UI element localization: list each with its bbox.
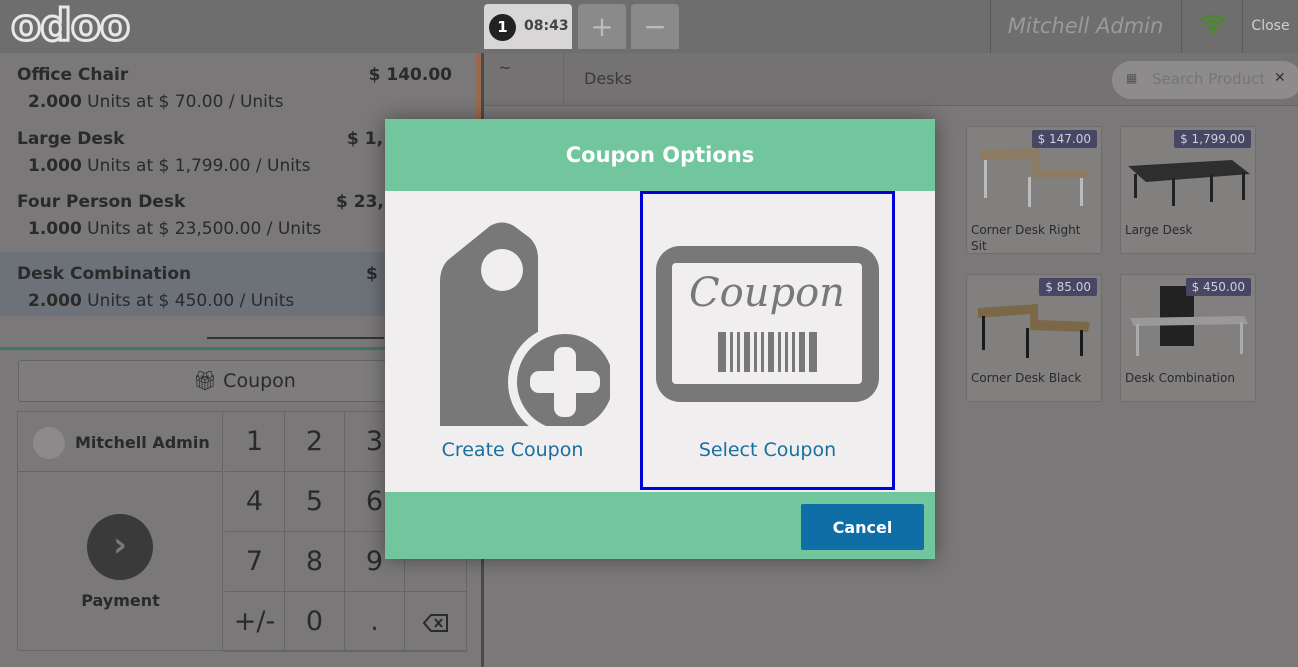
line-qty: 2.000 bbox=[28, 291, 82, 311]
line-qty: 1.000 bbox=[28, 219, 82, 239]
dialog-title: Coupon Options bbox=[385, 119, 935, 191]
product-price: $ 85.00 bbox=[1039, 278, 1097, 296]
payment-button[interactable]: › Payment bbox=[18, 472, 223, 650]
coupon-image-text: Coupon bbox=[689, 270, 845, 316]
close-button[interactable]: Close bbox=[1242, 0, 1298, 53]
product-price: $ 1,799.00 bbox=[1174, 130, 1251, 148]
tag-plus-icon bbox=[440, 222, 610, 426]
create-coupon-option[interactable]: Create Coupon bbox=[385, 191, 640, 490]
odoo-logo: odoo bbox=[9, 0, 131, 51]
product-name: Large Desk bbox=[1125, 223, 1193, 237]
top-bar: odoo 1 08:43 + − Mitchell Admin Close bbox=[0, 0, 1298, 53]
home-icon[interactable]: ~ bbox=[498, 58, 511, 77]
line-qty: 2.000 bbox=[28, 92, 82, 112]
product-price: $ 450.00 bbox=[1185, 278, 1251, 296]
line-price: $ bbox=[366, 264, 378, 284]
line-price: $ 140.00 bbox=[368, 65, 452, 85]
product-name: Desk Combination bbox=[1125, 371, 1235, 385]
dialog-footer: Cancel bbox=[385, 492, 935, 559]
order-number: 1 bbox=[489, 14, 516, 41]
remove-order-button[interactable]: − bbox=[631, 4, 679, 49]
total-underline bbox=[207, 337, 384, 339]
line-product-name: Office Chair bbox=[17, 65, 129, 85]
line-unit-info: Units at $ 70.00 / Units bbox=[81, 92, 284, 112]
line-product-name: Desk Combination bbox=[17, 264, 192, 284]
coupon-ticket-icon: Coupon bbox=[656, 246, 879, 402]
line-qty: 1.000 bbox=[28, 156, 82, 176]
numpad-key[interactable]: 2 bbox=[285, 412, 345, 472]
numpad-key[interactable]: 1 bbox=[225, 412, 285, 472]
line-product-name: Large Desk bbox=[17, 129, 125, 149]
line-product-name: Four Person Desk bbox=[17, 192, 186, 212]
select-coupon-label: Select Coupon bbox=[698, 439, 837, 461]
line-info: 1.000 Units at $ 23,500.00 / Units bbox=[28, 219, 321, 239]
product-card[interactable]: $ 450.00 Desk Combination bbox=[1120, 274, 1256, 402]
product-price: $ 147.00 bbox=[1031, 130, 1097, 148]
customer-name: Mitchell Admin bbox=[75, 433, 210, 452]
search-input[interactable] bbox=[1152, 70, 1264, 88]
numpad-key[interactable]: +/- bbox=[225, 592, 285, 652]
product-card[interactable]: $ 1,799.00 Large Desk bbox=[1120, 126, 1256, 254]
search-box[interactable]: ▦ ✕ bbox=[1112, 61, 1298, 99]
cancel-button[interactable]: Cancel bbox=[801, 504, 924, 550]
chevron-right-icon: › bbox=[87, 514, 153, 580]
numpad-key[interactable]: 7 bbox=[225, 532, 285, 592]
avatar bbox=[33, 427, 65, 459]
order-tab[interactable]: 1 08:43 bbox=[484, 4, 572, 49]
breadcrumb: ~ Desks ▦ ✕ bbox=[484, 53, 1298, 106]
numpad-key[interactable]: 5 bbox=[285, 472, 345, 532]
line-price: $ 1, bbox=[347, 129, 384, 149]
line-info: 1.000 Units at $ 1,799.00 / Units bbox=[28, 156, 310, 176]
order-line[interactable]: Office Chair $ 140.00 2.000 Units at $ 7… bbox=[0, 53, 476, 117]
wifi-icon bbox=[1181, 0, 1242, 53]
line-info: 2.000 Units at $ 450.00 / Units bbox=[28, 291, 294, 311]
product-name: Corner Desk Right Sit bbox=[971, 223, 1081, 253]
numpad-key[interactable]: 8 bbox=[285, 532, 345, 592]
add-order-button[interactable]: + bbox=[578, 4, 626, 49]
line-info: 2.000 Units at $ 70.00 / Units bbox=[28, 92, 283, 112]
line-unit-info: Units at $ 450.00 / Units bbox=[81, 291, 295, 311]
backspace-icon bbox=[422, 606, 449, 637]
product-name: Corner Desk Black bbox=[971, 371, 1082, 385]
chevron-right-icon bbox=[544, 53, 564, 106]
barcode-icon: ▦ bbox=[1126, 71, 1138, 85]
line-unit-info: Units at $ 1,799.00 / Units bbox=[81, 156, 311, 176]
product-card[interactable]: $ 85.00 Corner Desk Black bbox=[966, 274, 1102, 402]
line-price: $ 23, bbox=[336, 192, 384, 212]
product-card[interactable]: $ 147.00 Corner Desk Right Sit bbox=[966, 126, 1102, 254]
select-coupon-option[interactable]: Coupon Select Coupon bbox=[640, 191, 895, 490]
backspace-button[interactable] bbox=[405, 592, 467, 652]
create-coupon-label: Create Coupon bbox=[441, 439, 584, 461]
order-time: 08:43 bbox=[524, 18, 569, 34]
numpad-key[interactable]: . bbox=[345, 592, 405, 652]
gift-icon: 🎁︎ bbox=[193, 370, 218, 392]
coupon-button-label: Coupon bbox=[223, 370, 296, 392]
line-unit-info: Units at $ 23,500.00 / Units bbox=[81, 219, 322, 239]
coupon-options-dialog: Coupon Options Create Coupon Coupon Sele… bbox=[385, 119, 935, 559]
numpad-key[interactable]: 4 bbox=[225, 472, 285, 532]
payment-label: Payment bbox=[81, 591, 160, 610]
customer-button[interactable]: Mitchell Admin bbox=[18, 412, 223, 472]
cashier-name[interactable]: Mitchell Admin bbox=[990, 0, 1180, 53]
numpad-key[interactable]: 0 bbox=[285, 592, 345, 652]
clear-search-icon[interactable]: ✕ bbox=[1274, 70, 1286, 86]
breadcrumb-category[interactable]: Desks bbox=[584, 69, 632, 88]
